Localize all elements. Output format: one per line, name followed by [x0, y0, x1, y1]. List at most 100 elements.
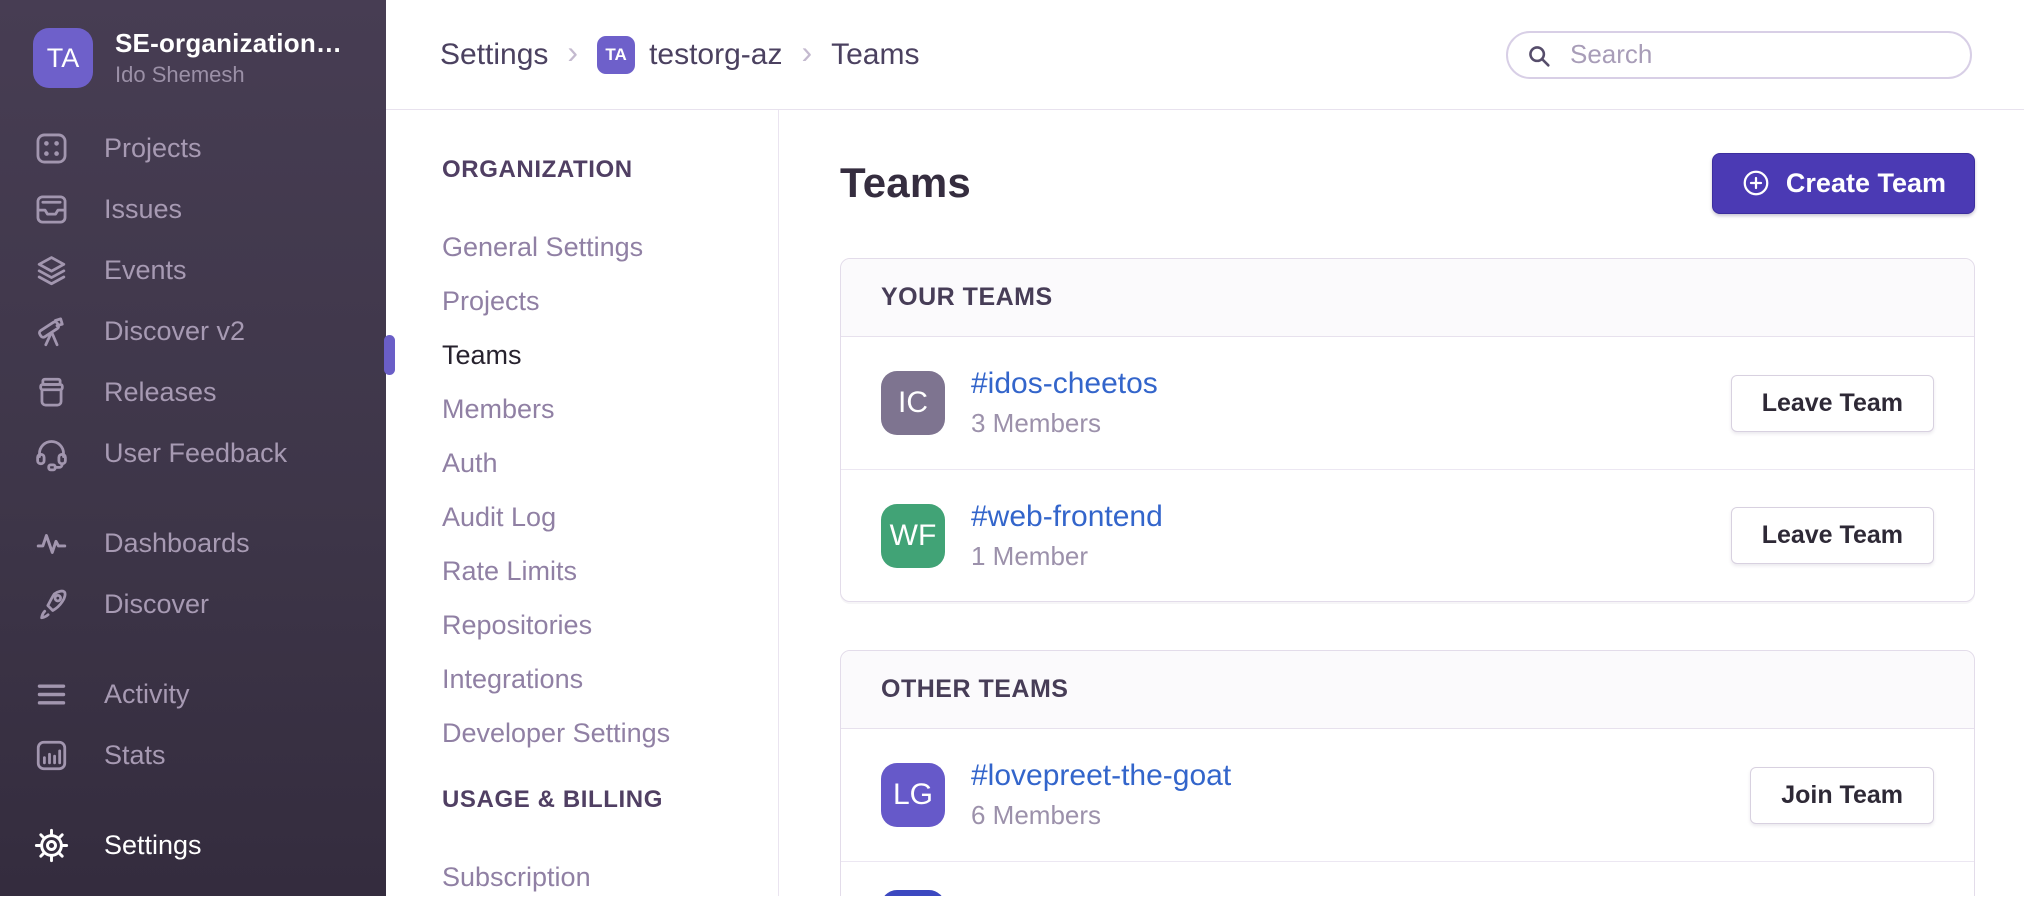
chevron-right-icon: › — [567, 34, 578, 71]
sidebar-item-label: Settings — [104, 830, 202, 861]
sidebar-item-label: Stats — [104, 740, 166, 771]
pulse-icon — [33, 525, 70, 562]
sidebar-item-user-feedback[interactable]: User Feedback — [0, 423, 386, 484]
org-name: SE-organization… — [115, 28, 342, 59]
settings-nav-heading-organization: ORGANIZATION — [442, 156, 778, 184]
headset-icon — [33, 435, 70, 472]
settings-nav-label: Projects — [442, 286, 540, 317]
settings-nav-label: Rate Limits — [442, 556, 577, 587]
sidebar-item-activity[interactable]: Activity — [0, 664, 386, 725]
breadcrumb-settings[interactable]: Settings — [440, 38, 548, 72]
settings-nav: ORGANIZATION General Settings Projects T… — [386, 110, 779, 896]
settings-nav-item-members[interactable]: Members — [442, 382, 778, 436]
settings-nav-label: Integrations — [442, 664, 583, 695]
breadcrumb-page[interactable]: Teams — [831, 38, 919, 72]
breadcrumb: Settings › TA testorg-az › Teams — [440, 36, 919, 74]
settings-nav-item-repositories[interactable]: Repositories — [442, 598, 778, 652]
other-teams-panel: OTHER TEAMS LG #lovepreet-the-goat 6 Mem… — [840, 650, 1975, 896]
team-row-partial — [841, 861, 1974, 896]
team-avatar-initials: WF — [890, 519, 937, 553]
sidebar-item-releases[interactable]: Releases — [0, 362, 386, 423]
team-link[interactable]: #lovepreet-the-goat — [971, 759, 1231, 793]
team-link[interactable]: #idos-cheetos — [971, 367, 1158, 401]
breadcrumb-org[interactable]: TA testorg-az — [597, 36, 782, 74]
events-icon — [33, 252, 70, 289]
sidebar-item-label: User Feedback — [104, 438, 287, 469]
sidebar-item-stats[interactable]: Stats — [0, 725, 386, 786]
projects-icon — [33, 130, 70, 167]
search-icon — [1526, 43, 1552, 69]
sidebar-item-label: Issues — [104, 194, 182, 225]
issues-icon — [33, 191, 70, 228]
settings-nav-label: Auth — [442, 448, 498, 479]
settings-nav-item-rate-limits[interactable]: Rate Limits — [442, 544, 778, 598]
sidebar-item-discover-v2[interactable]: Discover v2 — [0, 301, 386, 362]
settings-nav-heading-usage-billing: USAGE & BILLING — [442, 786, 778, 814]
sidebar-item-discover[interactable]: Discover — [0, 574, 386, 635]
breadcrumb-org-label: testorg-az — [649, 38, 782, 72]
team-row: IC #idos-cheetos 3 Members Leave Team — [841, 337, 1974, 469]
org-badge: TA — [597, 36, 635, 74]
circle-plus-icon — [1741, 168, 1771, 198]
settings-nav-item-audit-log[interactable]: Audit Log — [442, 490, 778, 544]
team-avatar-initials: IC — [898, 386, 928, 420]
team-link[interactable]: #web-frontend — [971, 500, 1163, 534]
create-team-label: Create Team — [1786, 168, 1946, 199]
your-teams-panel: YOUR TEAMS IC #idos-cheetos 3 Members Le… — [840, 258, 1975, 602]
team-avatar-initials: LG — [893, 778, 933, 812]
app-sidebar: TA SE-organization… Ido Shemesh Projects — [0, 0, 386, 896]
team-member-count: 6 Members — [971, 800, 1231, 831]
settings-nav-item-auth[interactable]: Auth — [442, 436, 778, 490]
sidebar-item-label: Events — [104, 255, 187, 286]
settings-nav-item-projects[interactable]: Projects — [442, 274, 778, 328]
team-avatar: WF — [881, 504, 945, 568]
team-avatar — [881, 890, 945, 896]
panel-heading: YOUR TEAMS — [841, 259, 1974, 337]
search-input[interactable] — [1506, 31, 1972, 79]
settings-nav-label: Developer Settings — [442, 718, 670, 749]
join-team-button[interactable]: Join Team — [1750, 767, 1934, 824]
main-content: Teams Create Team YOUR TEAMS IC #idos-ch… — [780, 110, 2024, 896]
sidebar-nav: Projects Issues Events — [0, 118, 386, 876]
org-header[interactable]: TA SE-organization… Ido Shemesh — [0, 0, 386, 88]
settings-nav-label: Audit Log — [442, 502, 556, 533]
settings-nav-label: Teams — [442, 340, 522, 371]
sidebar-item-label: Dashboards — [104, 528, 250, 559]
active-indicator — [384, 335, 395, 375]
team-member-count: 1 Member — [971, 541, 1163, 572]
sidebar-item-dashboards[interactable]: Dashboards — [0, 513, 386, 574]
sidebar-item-label: Releases — [104, 377, 217, 408]
telescope-icon — [33, 313, 70, 350]
sidebar-item-label: Discover v2 — [104, 316, 245, 347]
team-avatar: IC — [881, 371, 945, 435]
top-header: Settings › TA testorg-az › Teams — [386, 0, 2024, 110]
sidebar-item-events[interactable]: Events — [0, 240, 386, 301]
settings-nav-label: General Settings — [442, 232, 643, 263]
sidebar-item-label: Projects — [104, 133, 202, 164]
settings-nav-item-teams[interactable]: Teams — [442, 328, 778, 382]
page-title: Teams — [840, 159, 971, 207]
list-lines-icon — [33, 676, 70, 713]
leave-team-button[interactable]: Leave Team — [1731, 507, 1934, 564]
settings-nav-item-general-settings[interactable]: General Settings — [442, 220, 778, 274]
search-box — [1506, 31, 1972, 79]
rocket-icon — [33, 586, 70, 623]
sidebar-item-label: Discover — [104, 589, 209, 620]
panel-heading: OTHER TEAMS — [841, 651, 1974, 729]
gear-icon — [33, 827, 70, 864]
sidebar-item-projects[interactable]: Projects — [0, 118, 386, 179]
settings-nav-item-integrations[interactable]: Integrations — [442, 652, 778, 706]
bar-chart-icon — [33, 737, 70, 774]
settings-nav-label: Members — [442, 394, 555, 425]
team-avatar: LG — [881, 763, 945, 827]
user-name: Ido Shemesh — [115, 62, 342, 88]
leave-team-button[interactable]: Leave Team — [1731, 375, 1934, 432]
chevron-right-icon: › — [801, 34, 812, 71]
settings-nav-item-developer-settings[interactable]: Developer Settings — [442, 706, 778, 760]
team-row: WF #web-frontend 1 Member Leave Team — [841, 469, 1974, 601]
create-team-button[interactable]: Create Team — [1712, 153, 1975, 214]
org-avatar[interactable]: TA — [33, 28, 93, 88]
sidebar-item-issues[interactable]: Issues — [0, 179, 386, 240]
sidebar-item-settings[interactable]: Settings — [0, 815, 386, 876]
settings-nav-label: Subscription — [442, 862, 591, 893]
